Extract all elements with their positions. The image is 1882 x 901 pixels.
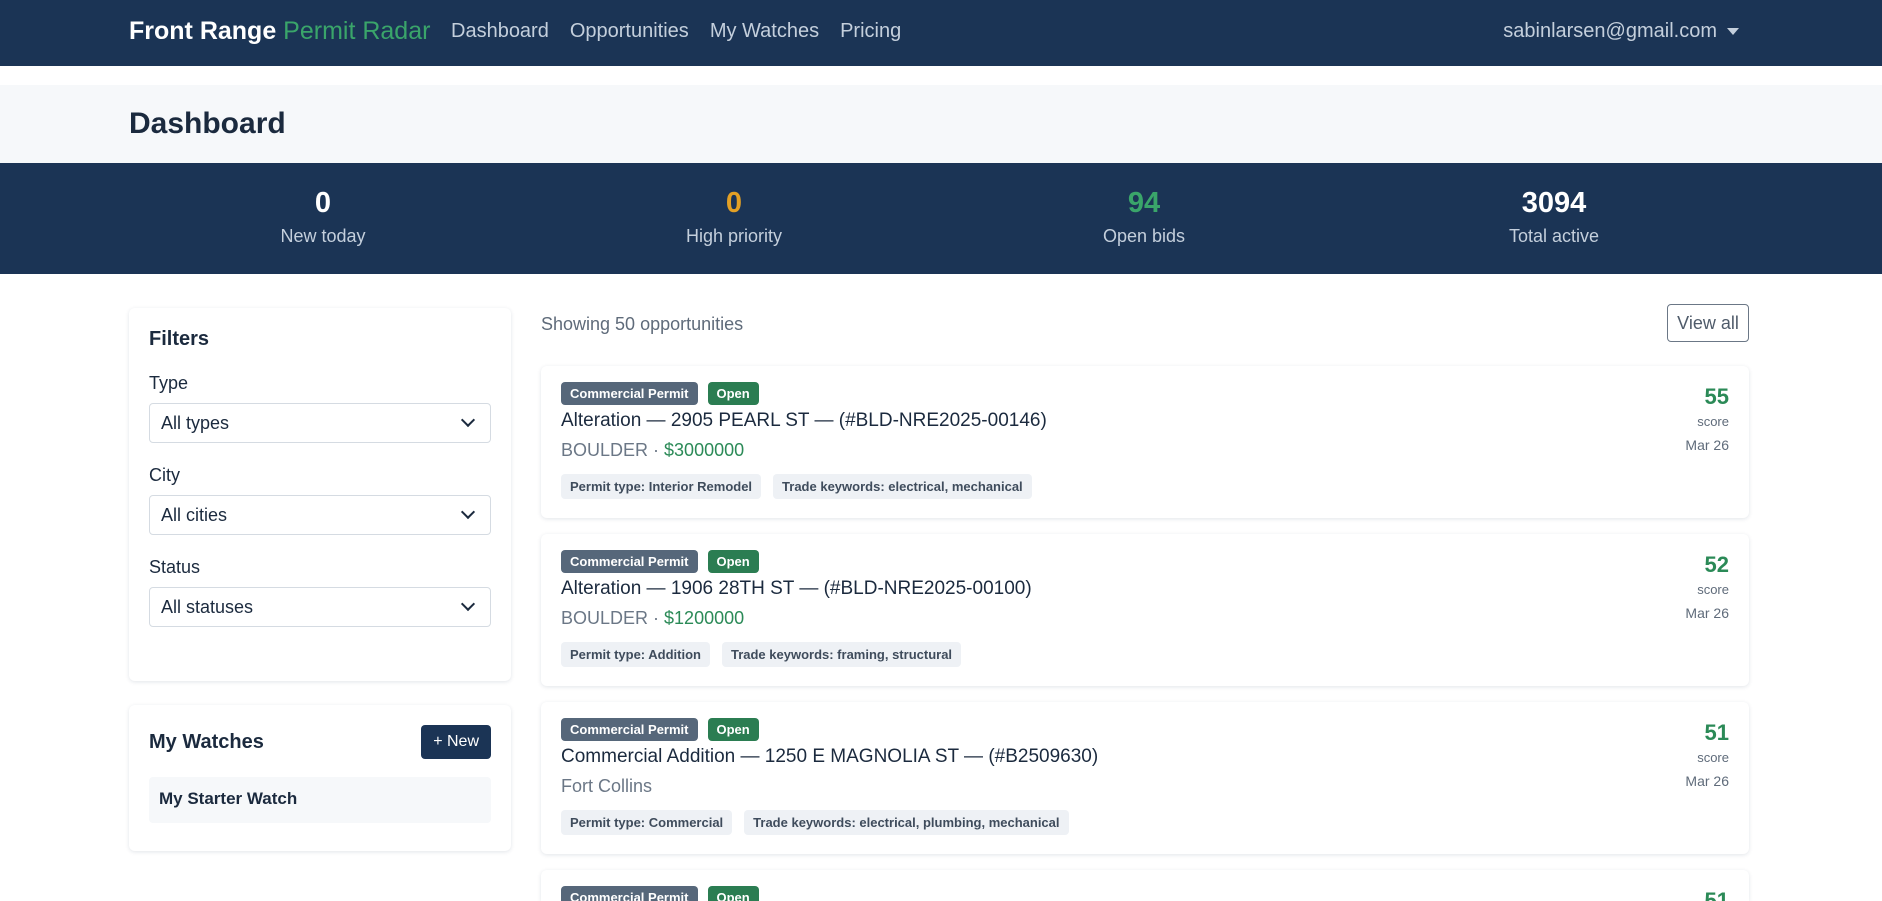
caret-down-icon <box>1727 28 1739 35</box>
tag-row: Permit type: Addition Trade keywords: fr… <box>561 642 962 667</box>
opportunity-value: $3000000 <box>664 440 745 460</box>
status-badge: Open <box>707 382 759 405</box>
nav-link-opportunities[interactable]: Opportunities <box>570 20 689 43</box>
status-badge: Open <box>707 886 759 901</box>
type-badge: Commercial Permit <box>561 550 698 573</box>
status-label: Status <box>149 557 201 577</box>
score-value: 52 <box>1704 552 1729 577</box>
stat-total-active: 3094 Total active <box>1404 187 1704 247</box>
view-all-button[interactable]: View all <box>1667 304 1749 342</box>
brand-accent: Permit Radar <box>283 17 431 45</box>
type-label: Type <box>149 373 189 393</box>
type-select-value: All types <box>161 412 230 433</box>
opportunity-card[interactable]: Commercial Permit Open Alteration — 2905… <box>541 366 1749 518</box>
opportunity-card[interactable]: Commercial Permit Open 51 <box>541 870 1749 901</box>
stat-label: Total active <box>1508 226 1600 246</box>
stats-band: 0 New today 0 High priority 94 Open bids… <box>0 163 1882 274</box>
score-block: 51 score Mar 26 <box>1685 720 1729 789</box>
badge-row: Commercial Permit Open <box>561 550 759 573</box>
trade-keywords-tag: Trade keywords: electrical, mechanical <box>773 474 1032 499</box>
status-select-value: All statuses <box>161 596 254 617</box>
stat-value: 3094 <box>1521 187 1587 219</box>
score-label: score <box>1697 750 1729 765</box>
type-badge: Commercial Permit <box>561 382 698 405</box>
opportunity-location: BOULDER · $1200000 <box>561 608 745 628</box>
opportunity-location: BOULDER · $3000000 <box>561 440 745 460</box>
score-block: 51 <box>1705 888 1729 901</box>
type-badge: Commercial Permit <box>561 718 698 741</box>
opportunity-card[interactable]: Commercial Permit Open Alteration — 1906… <box>541 534 1749 686</box>
nav-links: Dashboard Opportunities My Watches Prici… <box>451 20 901 43</box>
nav-link-pricing[interactable]: Pricing <box>840 20 901 43</box>
page-header: Dashboard <box>0 85 1882 163</box>
opportunity-title[interactable]: Alteration — 1906 28TH ST — (#BLD-NRE202… <box>561 578 1032 600</box>
opportunity-title[interactable]: Alteration — 2905 PEARL ST — (#BLD-NRE20… <box>561 410 1047 432</box>
posted-date: Mar 26 <box>1685 605 1729 621</box>
city-select-value: All cities <box>161 504 228 525</box>
opportunity-card[interactable]: Commercial Permit Open Commercial Additi… <box>541 702 1749 854</box>
opportunity-location: Fort Collins <box>561 776 652 797</box>
badge-row: Commercial Permit Open <box>561 718 759 741</box>
permit-type-tag: Permit type: Commercial <box>561 810 733 835</box>
city-label: City <box>149 465 180 485</box>
user-menu[interactable]: sabinlarsen@gmail.com <box>1503 20 1739 43</box>
status-select[interactable]: All statuses <box>149 587 491 627</box>
tag-row: Permit type: Commercial Trade keywords: … <box>561 810 1069 835</box>
badge-row: Commercial Permit Open <box>561 886 759 901</box>
score-value: 55 <box>1704 384 1729 409</box>
opportunity-city: Fort Collins <box>561 776 653 796</box>
type-badge: Commercial Permit <box>561 886 698 901</box>
watches-card: My Watches + New My Starter Watch <box>129 705 511 851</box>
watches-title: My Watches <box>149 730 264 753</box>
nav-link-dashboard[interactable]: Dashboard <box>451 20 549 43</box>
score-block: 52 score Mar 26 <box>1685 552 1729 621</box>
stat-new-today: 0 New today <box>173 187 473 247</box>
city-select[interactable]: All cities <box>149 495 491 535</box>
chevron-down-icon <box>460 504 476 520</box>
stat-value: 0 <box>314 187 332 219</box>
stat-value: 0 <box>725 187 743 219</box>
score-value: 51 <box>1704 720 1729 745</box>
brand-primary: Front Range <box>129 17 277 45</box>
posted-date: Mar 26 <box>1685 773 1729 789</box>
opportunity-city: BOULDER <box>561 440 649 460</box>
chevron-down-icon <box>460 412 476 428</box>
chevron-down-icon <box>460 596 476 612</box>
stat-high-priority: 0 High priority <box>584 187 884 247</box>
opportunity-title[interactable]: Commercial Addition — 1250 E MAGNOLIA ST… <box>561 746 1098 768</box>
top-navbar: Front Range Permit Radar Dashboard Oppor… <box>0 0 1882 66</box>
score-value: 51 <box>1704 888 1729 901</box>
watches-header: My Watches + New <box>149 725 491 759</box>
permit-type-tag: Permit type: Interior Remodel <box>561 474 762 499</box>
stat-label: High priority <box>685 226 783 246</box>
trade-keywords-tag: Trade keywords: framing, structural <box>721 642 962 667</box>
stat-value: 94 <box>1127 187 1161 219</box>
stat-open-bids: 94 Open bids <box>994 187 1294 247</box>
results-count: Showing 50 opportunities <box>541 314 744 334</box>
filters-card: Filters Type All types City All cities S… <box>129 308 511 681</box>
opportunity-value: $1200000 <box>664 608 745 628</box>
tag-row: Permit type: Interior Remodel Trade keyw… <box>561 474 1032 499</box>
stat-label: Open bids <box>1102 226 1186 246</box>
brand-logo[interactable]: Front Range Permit Radar <box>129 17 430 46</box>
opportunity-city: BOULDER <box>561 608 649 628</box>
status-badge: Open <box>707 718 759 741</box>
posted-date: Mar 26 <box>1685 437 1729 453</box>
filters-title: Filters <box>149 328 210 350</box>
score-label: score <box>1697 414 1729 429</box>
type-select[interactable]: All types <box>149 403 491 443</box>
nav-link-my-watches[interactable]: My Watches <box>710 20 819 43</box>
badge-row: Commercial Permit Open <box>561 382 759 405</box>
status-badge: Open <box>707 550 759 573</box>
new-watch-button[interactable]: + New <box>421 725 491 759</box>
score-label: score <box>1697 582 1729 597</box>
user-email: sabinlarsen@gmail.com <box>1503 20 1717 42</box>
trade-keywords-tag: Trade keywords: electrical, plumbing, me… <box>744 810 1069 835</box>
score-block: 55 score Mar 26 <box>1685 384 1729 453</box>
stat-label: New today <box>280 226 366 246</box>
permit-type-tag: Permit type: Addition <box>561 642 710 667</box>
page-title: Dashboard <box>129 107 286 140</box>
watch-item[interactable]: My Starter Watch <box>149 777 491 823</box>
